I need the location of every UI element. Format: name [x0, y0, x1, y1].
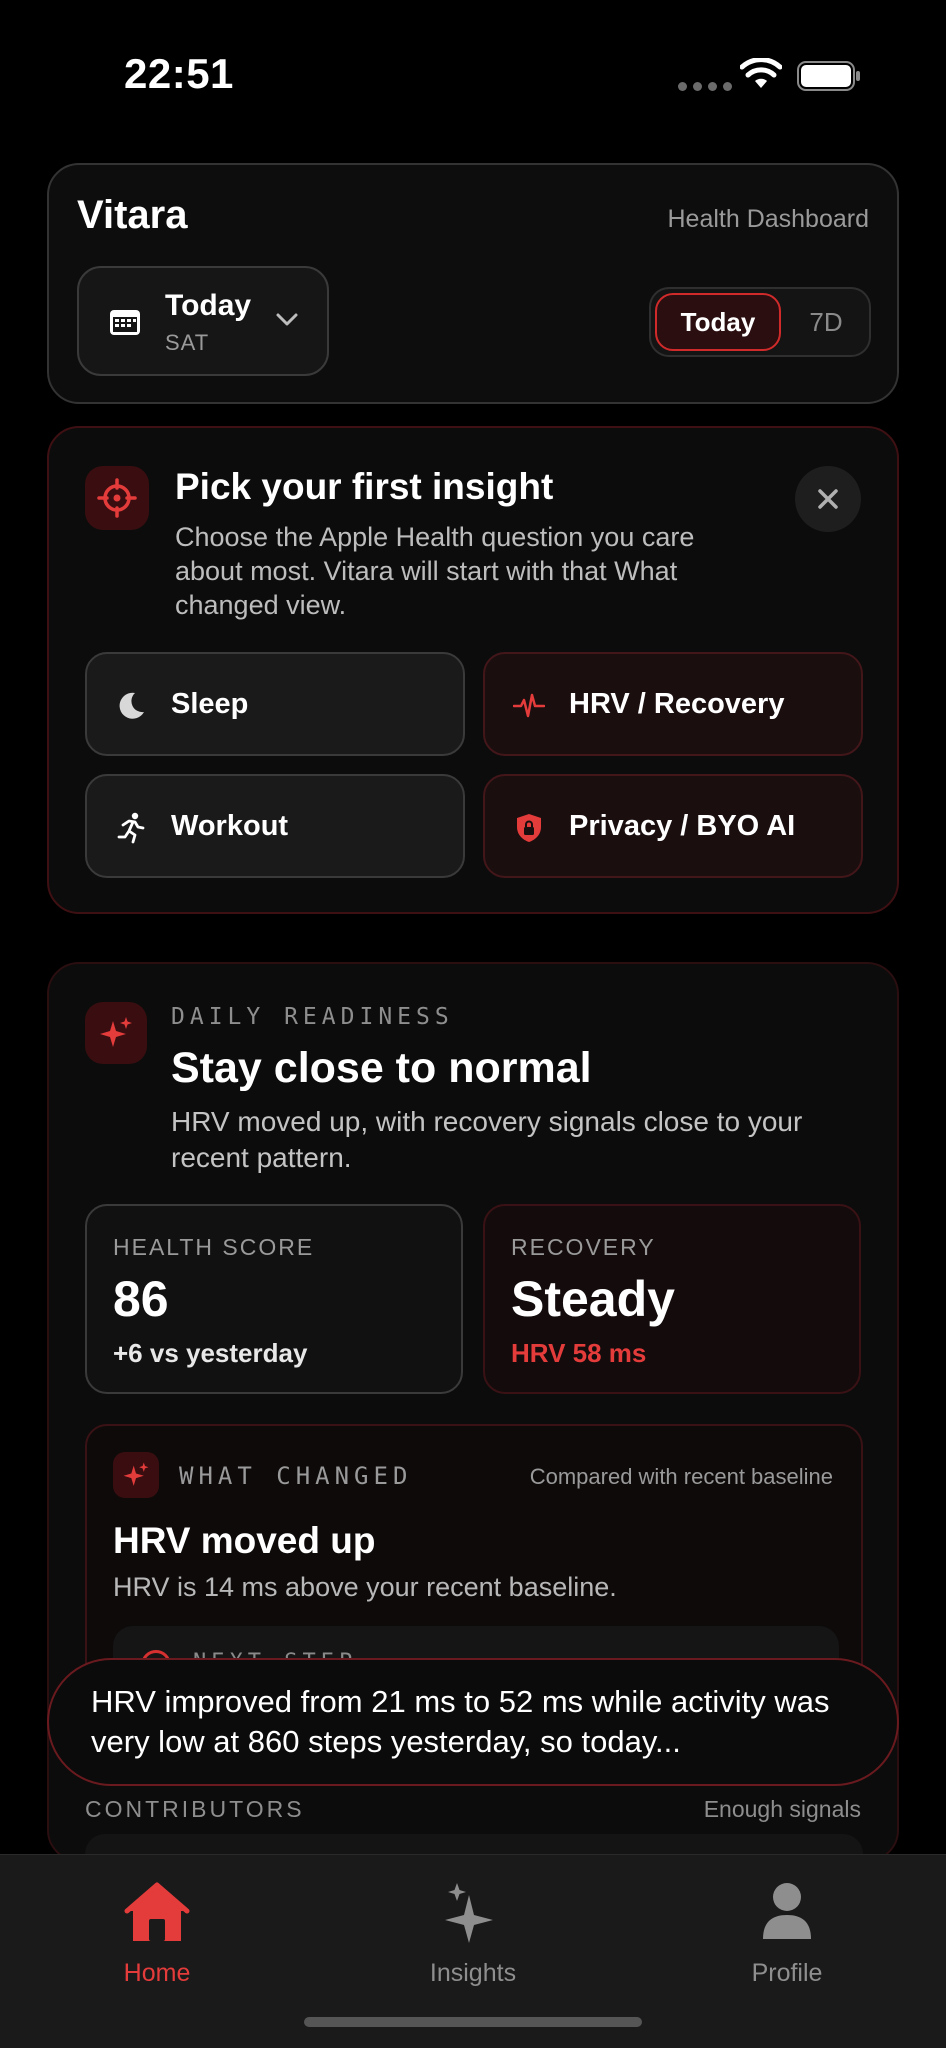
- running-icon: [117, 812, 145, 844]
- close-button[interactable]: [795, 466, 861, 532]
- tab-home[interactable]: Home: [57, 1871, 257, 1991]
- home-indicator[interactable]: [304, 2017, 642, 2027]
- option-hrv-recovery[interactable]: HRV / Recovery: [483, 652, 863, 756]
- health-score-delta: +6 vs yesterday: [113, 1338, 308, 1368]
- shield-lock-icon: [517, 814, 541, 842]
- heartbeat-icon: [513, 693, 545, 718]
- health-score-value: 86: [113, 1271, 169, 1327]
- tab-label: Home: [123, 1959, 191, 1987]
- status-time: 22:51: [124, 50, 234, 97]
- date-picker-button[interactable]: Today SAT: [77, 266, 329, 376]
- what-changed-title: HRV moved up: [113, 1520, 376, 1561]
- target-icon: [85, 466, 149, 530]
- readiness-eyebrow: DAILY READINESS: [171, 1004, 454, 1030]
- sparkle-icon: [85, 1002, 147, 1064]
- sparkle-icon: [113, 1452, 159, 1498]
- option-label: Sleep: [171, 687, 249, 720]
- option-label: Workout: [171, 809, 289, 842]
- home-icon: [124, 1882, 190, 1941]
- baseline-note: Compared with recent baseline: [529, 1464, 833, 1489]
- metric-label: HEALTH SCORE: [113, 1234, 315, 1260]
- chevron-down-icon: [276, 313, 298, 326]
- what-changed-eyebrow: WHAT CHANGED: [179, 1462, 413, 1490]
- option-sleep[interactable]: Sleep: [85, 652, 465, 756]
- date-label: Today: [165, 289, 252, 322]
- recovery-hrv: HRV 58 ms: [511, 1338, 647, 1368]
- tab-label: Insights: [429, 1959, 517, 1987]
- contributors-label: CONTRIBUTORS: [85, 1796, 305, 1822]
- insight-description: Choose the Apple Health question you car…: [175, 522, 695, 620]
- moon-icon: [119, 692, 144, 719]
- what-changed-description: HRV is 14 ms above your recent baseline.: [113, 1572, 617, 1602]
- readiness-title: Stay close to normal: [171, 1044, 592, 1092]
- option-label: Privacy / BYO AI: [569, 809, 796, 842]
- wifi-icon: [740, 58, 782, 88]
- readiness-description: HRV moved up, with recovery signals clos…: [171, 1106, 803, 1173]
- close-icon: [818, 489, 838, 509]
- option-privacy-byo-ai[interactable]: Privacy / BYO AI: [483, 774, 863, 878]
- metric-label: RECOVERY: [511, 1234, 656, 1260]
- calendar-icon: [110, 310, 140, 335]
- header-card: Vitara Health Dashboard Today SAT Today …: [47, 163, 899, 404]
- insight-title: Pick your first insight: [175, 466, 554, 507]
- insight-toast[interactable]: HRV improved from 21 ms to 52 ms while a…: [47, 1658, 899, 1786]
- battery-icon: [797, 61, 860, 91]
- status-bar: 22:51: [0, 0, 946, 150]
- tab-insights[interactable]: Insights: [373, 1871, 573, 1991]
- health-score-tile[interactable]: HEALTH SCORE 86 +6 vs yesterday: [85, 1204, 463, 1394]
- recovery-tile[interactable]: RECOVERY Steady HRV 58 ms: [483, 1204, 861, 1394]
- app-title: Vitara: [77, 193, 188, 237]
- sparkles-icon: [445, 1883, 493, 1943]
- first-insight-card: Pick your first insight Choose the Apple…: [47, 426, 899, 914]
- range-segmented-control: Today 7D: [649, 287, 871, 357]
- tab-profile[interactable]: Profile: [687, 1871, 887, 1991]
- option-workout[interactable]: Workout: [85, 774, 465, 878]
- tab-label: Profile: [751, 1959, 823, 1987]
- segment-7d[interactable]: 7D: [785, 293, 867, 351]
- segment-today[interactable]: Today: [655, 293, 781, 351]
- recovery-value: Steady: [511, 1271, 675, 1327]
- header-subtitle: Health Dashboard: [667, 205, 869, 233]
- person-icon: [763, 1883, 811, 1939]
- contributors-status: Enough signals: [703, 1796, 861, 1822]
- cellular-signal-icon: [678, 82, 732, 91]
- option-label: HRV / Recovery: [569, 687, 785, 720]
- date-weekday: SAT: [165, 330, 210, 355]
